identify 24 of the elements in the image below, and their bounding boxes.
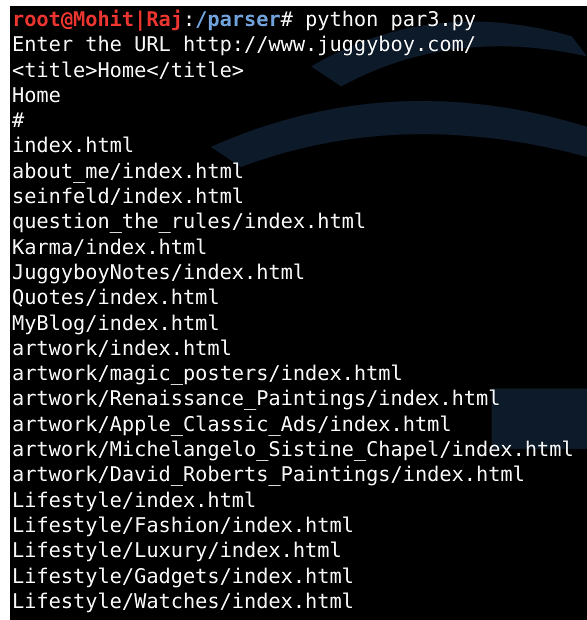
output-line: artwork/Renaissance_Paintings/index.html — [12, 386, 500, 412]
output-line: Home — [12, 82, 61, 108]
output-line: Lifestyle/Watches/index.html — [12, 588, 354, 614]
output-line: Lifestyle/Fashion/index.html — [12, 512, 354, 538]
output-line: index.html — [12, 133, 134, 159]
output-line: JuggyboyNotes/index.html — [12, 260, 306, 286]
output-line: artwork/David_Roberts_Paintings/index.html — [12, 462, 525, 488]
prompt-line: root@Mohit|Raj:/parser# python par3.py — [12, 7, 476, 32]
output-line: artwork/Michelangelo_Sistine_Chapel/index.html — [12, 437, 574, 462]
output-line: # — [12, 108, 24, 134]
output-line: Karma/index.html — [12, 234, 208, 260]
output-line: MyBlog/index.html — [12, 310, 220, 336]
output-line: Lifestyle/Luxury/index.html — [12, 538, 342, 564]
output-line: <title>Home</title> — [12, 58, 244, 83]
output-line: artwork/index.html — [12, 336, 232, 362]
output-line: Lifestyle/Gadgets/index.html — [12, 564, 354, 589]
output-line: artwork/magic_posters/index.html — [12, 361, 403, 386]
output-line: Quotes/index.html — [12, 285, 220, 311]
output-line: seinfeld/index.html — [12, 184, 244, 210]
output-line: Lifestyle/index.html — [12, 488, 256, 513]
output-line: Enter the URL http://www.juggyboy.com/ — [12, 32, 476, 58]
output-line: about_me/index.html — [12, 158, 244, 184]
output-line: artwork/Apple_Classic_Ads/index.html — [12, 412, 452, 438]
output-line: question_the_rules/index.html — [12, 209, 366, 235]
